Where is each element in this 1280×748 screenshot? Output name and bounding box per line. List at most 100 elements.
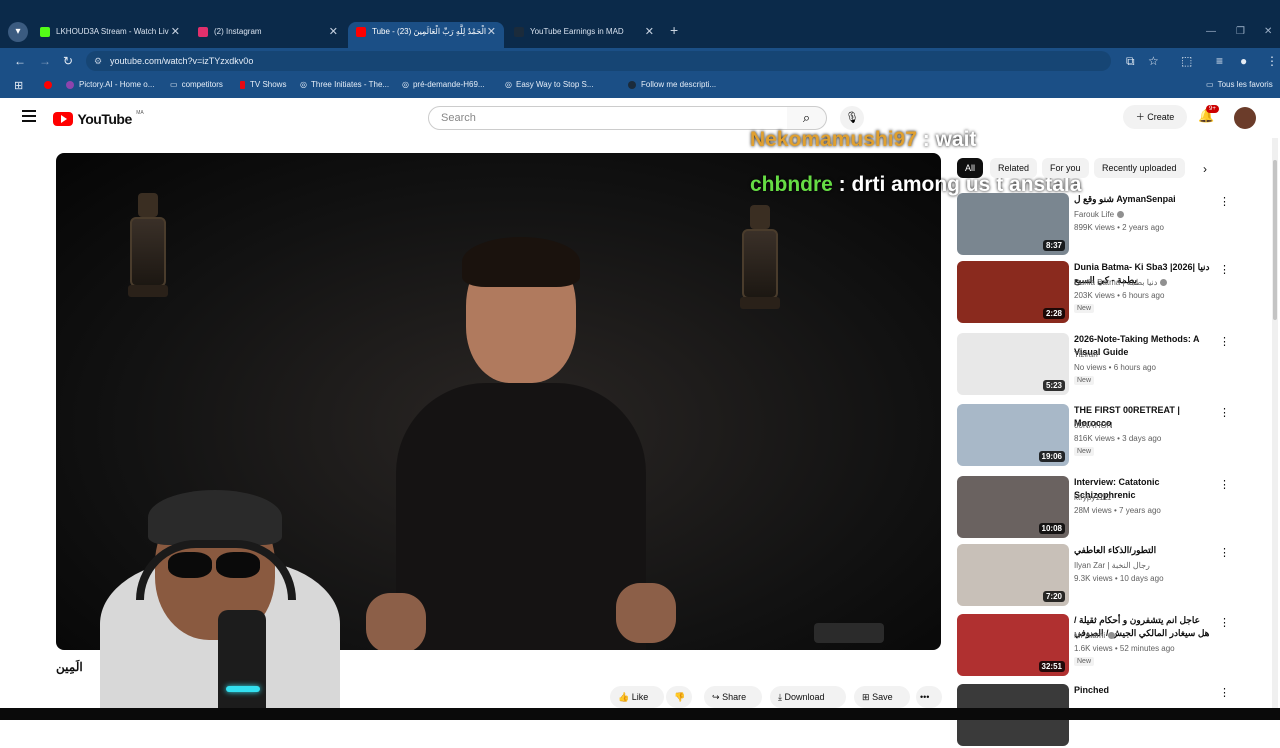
bookmark-star-icon[interactable]: ☆ [1148,54,1159,68]
video-thumbnail[interactable]: 5:23 [957,333,1069,395]
bookmark-pre-demande[interactable]: ◎ pré-demande-H69... [402,80,485,89]
more-options-icon[interactable]: ⋮ [1219,263,1230,276]
bookmark-follow-me[interactable]: Follow me descripti... [628,80,716,89]
minimize-icon[interactable]: — [1206,26,1216,37]
more-options-icon[interactable]: ⋮ [1219,335,1230,348]
share-label: Share [722,692,747,702]
avatar[interactable] [1234,107,1256,129]
video-thumbnail[interactable]: 10:08 [957,476,1069,538]
like-button[interactable]: 👍 Like [610,686,664,708]
more-options-icon[interactable]: ⋮ [1219,616,1230,629]
save-button[interactable]: ⊞ Save [854,686,910,708]
channel-name[interactable]: 00NATION [1074,421,1113,430]
search-icon[interactable]: ⌕ [787,106,827,130]
recommended-video[interactable]: 10:08 Interview: Catatonic Schizophrenic ⋮… [957,476,1230,540]
site-info-icon[interactable]: ⚙ [94,51,102,71]
forward-icon[interactable]: → [39,54,51,68]
sunglasses [168,552,264,578]
more-options-icon[interactable]: ⋮ [1219,686,1230,699]
close-window-icon[interactable]: ✕ [1264,26,1272,37]
channel-label: Ilyan Zar | رجال النخبة [1074,561,1150,570]
video-thumbnail[interactable]: 7:20 [957,544,1069,606]
chip-recently-uploaded[interactable]: Recently uploaded [1094,158,1185,178]
download-button[interactable]: ⤓ Download [770,686,846,708]
youtube-logo[interactable]: YouTube MA [53,110,144,128]
chat-separator: : [832,173,852,196]
recommended-video[interactable]: 32:51 عاجل انم يتشفرون و أحكام ثقيلة / هل… [957,614,1230,678]
browser-menu-icon[interactable]: ⋮ [1266,54,1278,68]
new-badge: New [1074,447,1095,456]
bookmark-label: Pictory.AI - Home o... [79,80,155,89]
channel-name[interactable]: Dunia Batma | دنيا بطمة [1074,278,1168,287]
close-tab-icon[interactable]: ✕ [171,22,180,42]
video-thumbnail[interactable]: 2:28 [957,261,1069,323]
create-button[interactable]: ＋ Create [1123,105,1187,129]
bookmark-easy-way[interactable]: ◎ Easy Way to Stop S... [505,80,594,89]
recommended-video[interactable]: 5:23 2026-Note-Taking Methods: A Visual G… [957,333,1230,397]
channel-name[interactable]: Mr Alami [1074,631,1116,640]
recommended-video[interactable]: 8:37 شنو وقع ل AymanSenpai ⋮ Farouk Life 899… [957,193,1230,257]
back-icon[interactable]: ← [14,54,26,68]
url-input[interactable]: ⚙ youtube.com/watch?v=izTYzxdkv0o [86,51,1111,71]
channel-label: 00NATION [1074,421,1113,430]
recommended-video[interactable]: 7:20 التطور/الذكاء العاطفي ⋮ Ilyan Zar | رج… [957,544,1230,608]
bookmark-pictory[interactable]: Pictory.AI - Home o... [66,80,154,89]
menu-icon[interactable] [22,110,36,122]
close-tab-icon[interactable]: ✕ [645,22,654,42]
all-bookmarks-folder[interactable]: ▭ Tous les favoris [1206,80,1273,89]
chat-message: Nekomamushi97 : wait [750,128,976,152]
download-icon: ⤓ [778,692,782,702]
share-icon: ↪ [712,692,720,702]
recommended-video[interactable]: 2:28 Dunia Batma- Ki Sba3 |2026| دنيا بطم… [957,261,1230,325]
bookmark-competitors[interactable]: ▭ competitors [170,80,223,89]
channel-name[interactable]: Farouk Life [1074,210,1125,219]
browser-tab-2[interactable]: (2) Instagram ✕ [190,22,346,48]
bookmark-tv-shows[interactable]: TV Shows [240,80,286,89]
new-badge: New [1074,376,1095,385]
close-tab-icon[interactable]: ✕ [487,22,496,42]
apps-grid-icon[interactable]: ⊞ [14,79,23,92]
dislike-button[interactable]: 👎 [666,686,692,708]
extensions-icon[interactable]: ⬚ [1181,54,1192,68]
reload-icon[interactable]: ↻ [63,54,73,68]
video-thumbnail[interactable]: 8:37 [957,193,1069,255]
video-thumbnail[interactable]: 32:51 [957,614,1069,676]
maximize-icon[interactable]: ❐ [1236,26,1245,37]
more-actions-button[interactable]: ••• [916,686,942,708]
install-app-icon[interactable]: ⧉ [1126,54,1135,69]
recommended-title[interactable]: Pinched [1074,684,1210,697]
video-meta: No views • 6 hours ago [1074,363,1156,372]
media-controls-icon[interactable]: ≡ [1216,54,1223,68]
recommended-title[interactable]: شنو وقع ل AymanSenpai [1074,193,1210,206]
like-label: Like [631,692,649,702]
close-tab-icon[interactable]: ✕ [329,22,338,42]
profile-icon[interactable]: ● [1240,54,1247,68]
verified-icon [1160,279,1168,287]
browser-tab-3-active[interactable]: Tube - الْحَمْدُ لِلَّهِ رَبِّ الْعَالَم… [348,22,504,48]
channel-name[interactable]: Ilyan Zar | رجال النخبة [1074,561,1150,570]
more-options-icon[interactable]: ⋮ [1219,478,1230,491]
more-options-icon[interactable]: ⋮ [1219,406,1230,419]
recommended-title[interactable]: التطور/الذكاء العاطفي [1074,544,1210,557]
share-button[interactable]: ↪ Share [704,686,762,708]
browser-tab-1[interactable]: LKHOUD3A Stream - Watch Liv ✕ [32,22,188,48]
voice-search-icon[interactable]: 🎙 [840,106,864,130]
recommended-video[interactable]: 19:06 THE FIRST 00RETREAT | Morocco ⋮ 00NAT… [957,404,1230,468]
tab-search-button[interactable]: ▾ [8,22,28,42]
chip-related[interactable]: Related [990,158,1038,178]
notifications-icon[interactable]: 🔔 9+ [1198,105,1219,124]
bookmark-three-initiates[interactable]: ◎ Three Initiates - The... [300,80,389,89]
browser-tab-4[interactable]: YouTube Earnings in MAD ✕ [506,22,662,48]
more-options-icon[interactable]: ⋮ [1219,546,1230,559]
channel-name[interactable]: ktrypy1111 [1074,493,1111,502]
chip-all[interactable]: All [957,158,984,178]
more-options-icon[interactable]: ⋮ [1219,195,1230,208]
video-thumbnail[interactable]: 19:06 [957,404,1069,466]
chevron-right-icon[interactable]: › [1203,162,1207,176]
bookmark-youtube[interactable] [44,80,57,89]
chip-for-you[interactable]: For you [1042,158,1089,178]
new-tab-button[interactable]: + [670,22,678,38]
search-input[interactable]: Search [428,106,788,130]
scrollbar-thumb[interactable] [1273,160,1277,320]
channel-name[interactable]: Tiziran [1074,350,1098,359]
